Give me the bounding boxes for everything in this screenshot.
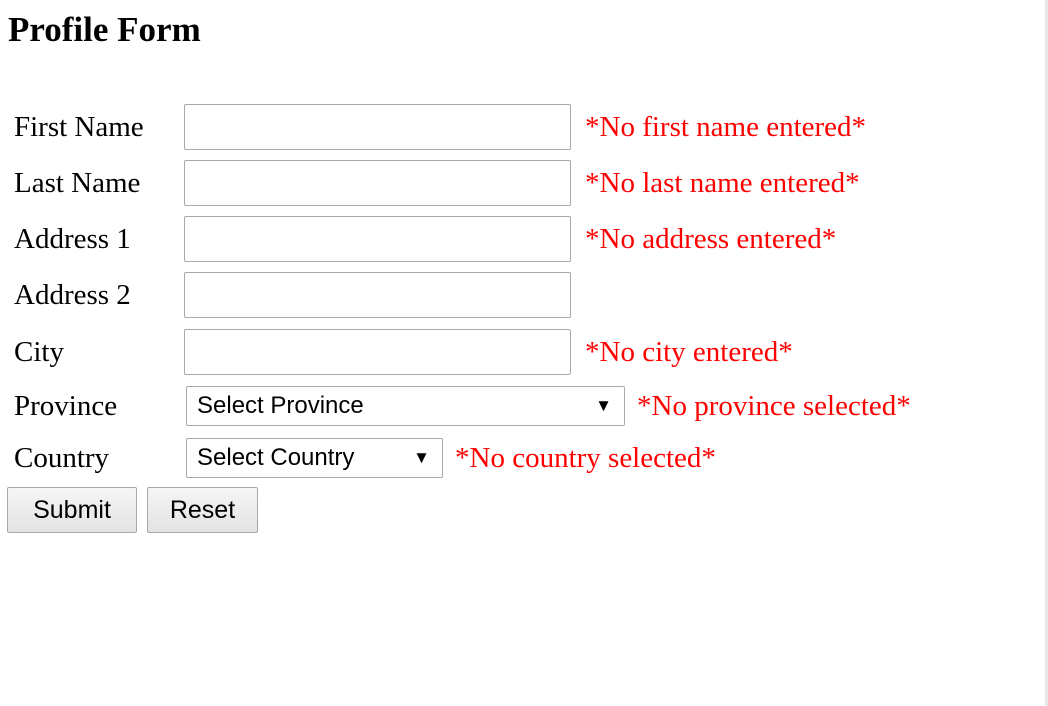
first-name-error: *No first name entered* bbox=[585, 111, 867, 143]
city-label: City bbox=[14, 336, 64, 368]
submit-button[interactable]: Submit bbox=[7, 487, 137, 533]
first-name-input[interactable] bbox=[184, 104, 571, 150]
last-name-input[interactable] bbox=[184, 160, 571, 206]
page-title: Profile Form bbox=[8, 10, 201, 49]
province-label: Province bbox=[14, 390, 118, 422]
row-first-name: First Name *No first name entered* bbox=[0, 104, 1040, 150]
country-label: Country bbox=[14, 442, 110, 474]
address2-input[interactable] bbox=[184, 272, 571, 318]
address1-label: Address 1 bbox=[14, 223, 131, 255]
last-name-label: Last Name bbox=[14, 167, 141, 199]
row-address2: Address 2 bbox=[0, 272, 1040, 318]
province-error: *No province selected* bbox=[637, 390, 911, 422]
row-province: Province Select Province ▼ *No province … bbox=[0, 383, 1040, 429]
country-error: *No country selected* bbox=[455, 442, 716, 474]
first-name-label: First Name bbox=[14, 111, 144, 143]
chevron-down-icon: ▼ bbox=[595, 396, 612, 415]
row-city: City *No city entered* bbox=[0, 329, 1040, 375]
last-name-error: *No last name entered* bbox=[585, 167, 860, 199]
city-error: *No city entered* bbox=[585, 336, 793, 368]
row-last-name: Last Name *No last name entered* bbox=[0, 160, 1040, 206]
chevron-down-icon: ▼ bbox=[413, 448, 430, 467]
address2-label: Address 2 bbox=[14, 279, 131, 311]
province-selected-value: Select Province bbox=[197, 392, 364, 419]
city-input[interactable] bbox=[184, 329, 571, 375]
address1-error: *No address entered* bbox=[585, 223, 837, 255]
country-selected-value: Select Country bbox=[197, 444, 355, 471]
row-country: Country Select Country ▼ *No country sel… bbox=[0, 435, 1040, 481]
row-address1: Address 1 *No address entered* bbox=[0, 216, 1040, 262]
country-select[interactable]: Select Country ▼ bbox=[186, 438, 443, 478]
province-select[interactable]: Select Province ▼ bbox=[186, 386, 625, 426]
address1-input[interactable] bbox=[184, 216, 571, 262]
reset-button[interactable]: Reset bbox=[147, 487, 258, 533]
